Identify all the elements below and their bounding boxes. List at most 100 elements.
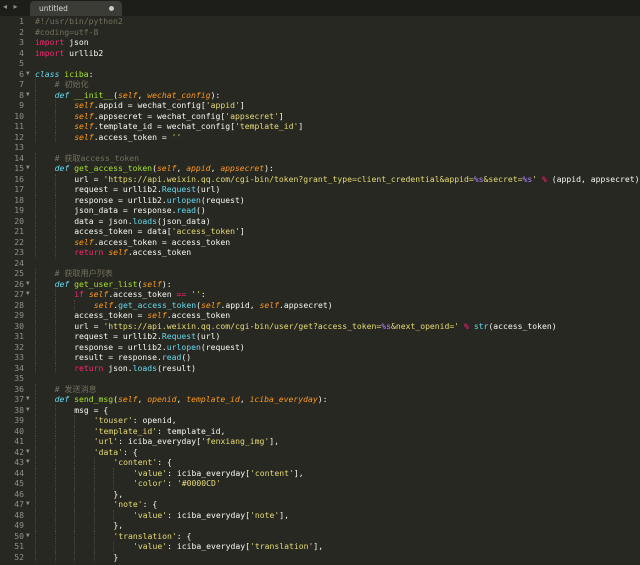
code-line[interactable]: 28 self.get_access_token(self.appid, self… (0, 299, 640, 310)
code-line[interactable]: 5 (0, 58, 640, 69)
code-line[interactable]: 37 ▼ def send_msg(self, openid, template_i… (0, 394, 640, 405)
code-line[interactable]: 11 self.template_id = wechat_config['temp… (0, 121, 640, 132)
code-text: 'content': { (113, 457, 171, 468)
code-token: 'appid' (205, 100, 240, 110)
code-line[interactable]: 7 # 初始化 (0, 79, 640, 90)
unsaved-dot-icon[interactable] (109, 6, 114, 11)
code-line[interactable]: 52} (0, 551, 640, 563)
code-line[interactable]: 12 self.access_token = '' (0, 131, 640, 142)
tab-bar: ◂ ▸ untitled (0, 0, 640, 16)
code-line[interactable]: 10 self.appsecret = wechat_config['appsec… (0, 110, 640, 121)
code-line[interactable]: 39 'touser': openid, (0, 415, 640, 426)
code-line[interactable]: 50 ▼ 'translation': { (0, 530, 640, 542)
code-line[interactable]: 1 #!/usr/bin/python2 (0, 16, 640, 27)
code-token: get_access_token (118, 299, 197, 310)
fold-arrow-icon[interactable]: ▼ (26, 163, 32, 174)
line-number: 31 (14, 331, 24, 341)
code-line[interactable]: 14 # 获取access_token (0, 152, 640, 164)
tab-untitled[interactable]: untitled (30, 1, 122, 16)
code-text: # 获取access_token (55, 153, 139, 164)
code-text: import urllib2 (35, 48, 103, 59)
code-line[interactable]: 36 # 发送消息 (0, 383, 640, 394)
code-token: : { (176, 530, 192, 541)
fold-arrow-icon[interactable]: ▼ (26, 447, 32, 458)
code-text: result = response.read() (74, 352, 191, 363)
code-line[interactable]: 33 result = response.read() (0, 352, 640, 363)
line-number: 15 (14, 163, 24, 173)
fold-arrow-icon[interactable]: ▼ (26, 457, 32, 468)
code-line[interactable]: 2 #coding=utf-8 (0, 27, 640, 38)
fold-arrow-icon[interactable]: ▼ (26, 499, 32, 510)
indent-guide (35, 341, 36, 352)
code-line[interactable]: 20 data = json.loads(json_data) (0, 215, 640, 226)
fold-arrow-icon[interactable]: ▼ (26, 279, 32, 290)
code-line[interactable]: 19 json_data = response.read() (0, 205, 640, 216)
code-line[interactable]: 48 'value': iciba_everyday['note'], (0, 509, 640, 520)
code-line[interactable]: 34 return json.loads(result) (0, 362, 640, 373)
indent-guide (54, 194, 56, 205)
code-token: self (142, 278, 162, 289)
code-line[interactable]: 22 self.access_token = access_token (0, 236, 640, 247)
line-number: 42 (14, 446, 24, 457)
code-line[interactable]: 27 ▼ if self.access_token == '': (0, 289, 640, 300)
code-line[interactable]: 31 request = urllib2.Request(url) (0, 331, 640, 342)
code-line[interactable]: 24 (0, 258, 640, 269)
code-text: request = urllib2.Request(url) (74, 331, 220, 342)
code-line[interactable]: 35 (0, 373, 640, 384)
line-number: 27 (14, 289, 24, 299)
code-text: } (113, 552, 118, 563)
code-line[interactable]: 29 access_token = self.access_token (0, 310, 640, 321)
code-line[interactable]: 47 ▼ 'note': { (0, 499, 640, 510)
indent-guide (35, 520, 36, 531)
indent-guide (113, 509, 115, 520)
code-line[interactable]: 9 self.appid = wechat_config['appid'] (0, 100, 640, 111)
code-line[interactable]: 13 (0, 142, 640, 153)
code-token: 'template_id' (93, 425, 158, 436)
code-line[interactable]: 30 url = 'https://api.weixin.qq.com/cgi-b… (0, 320, 640, 331)
line-number: 20 (14, 215, 24, 226)
code-line[interactable]: 46}, (0, 488, 640, 499)
code-line[interactable]: 8 ▼ def __init__(self, wechat_config): (0, 89, 640, 101)
code-line[interactable]: 4 import urllib2 (0, 48, 640, 59)
code-line[interactable]: 44 'value': iciba_everyday['content'], (0, 467, 640, 478)
code-text: # 初始化 (55, 79, 89, 90)
fold-arrow-icon[interactable]: ▼ (26, 90, 32, 101)
tab-nav-arrows-icon[interactable]: ◂ ▸ (3, 2, 20, 11)
code-line[interactable]: 23 return self.access_token (0, 247, 640, 258)
code-line[interactable]: 32 response = urllib2.urlopen(request) (0, 341, 640, 352)
code-line[interactable]: 26 ▼ def get_user_list(self): (0, 278, 640, 290)
code-editor[interactable]: 1 #!/usr/bin/python2 2 #coding=utf-8 3 import… (0, 16, 640, 565)
code-token: self (74, 110, 94, 121)
code-line[interactable]: 43 ▼ 'content': { (0, 457, 640, 468)
indent-guide (35, 362, 36, 373)
code-line[interactable]: 42 ▼ 'data': { (0, 446, 640, 458)
code-line[interactable]: 49}, (0, 520, 640, 531)
code-line[interactable]: 45 'color': '#0000CD' (0, 478, 640, 489)
line-number: 19 (14, 205, 24, 215)
indent-guide (35, 173, 36, 184)
indent-guide (35, 184, 36, 195)
code-line[interactable]: 3 import json (0, 37, 640, 48)
indent-guide (74, 551, 76, 562)
code-line[interactable]: 40 'template_id': template_id, (0, 425, 640, 436)
code-line[interactable]: 51 'value': iciba_everyday['translation']… (0, 541, 640, 552)
fold-arrow-icon[interactable]: ▼ (26, 394, 32, 405)
fold-arrow-icon[interactable]: ▼ (26, 289, 32, 300)
indent-guide (54, 425, 56, 436)
fold-arrow-icon[interactable]: ▼ (26, 531, 32, 542)
code-line[interactable]: 21 access_token = data['access_token'] (0, 226, 640, 237)
code-line[interactable]: 6 ▼ class iciba: (0, 69, 640, 80)
line-number: 44 (14, 467, 24, 478)
code-line[interactable]: 16 url = 'https://api.weixin.qq.com/cgi-b… (0, 173, 640, 184)
code-line[interactable]: 15 ▼ def get_access_token(self, appid, app… (0, 163, 640, 174)
code-line[interactable]: 41 'url': iciba_everyday['fenxiang_img'], (0, 436, 640, 447)
fold-arrow-icon[interactable]: ▼ (26, 69, 32, 80)
code-line[interactable]: 18 response = urllib2.urlopen(request) (0, 194, 640, 205)
code-line[interactable]: 25 # 获取用户列表 (0, 268, 640, 279)
fold-arrow-icon[interactable]: ▼ (26, 405, 32, 416)
line-number: 52 (14, 551, 24, 562)
code-line[interactable]: 38 ▼ msg = { (0, 404, 640, 416)
code-token: %s (381, 320, 391, 331)
line-number: 40 (14, 425, 24, 436)
code-line[interactable]: 17 request = urllib2.Request(url) (0, 184, 640, 195)
